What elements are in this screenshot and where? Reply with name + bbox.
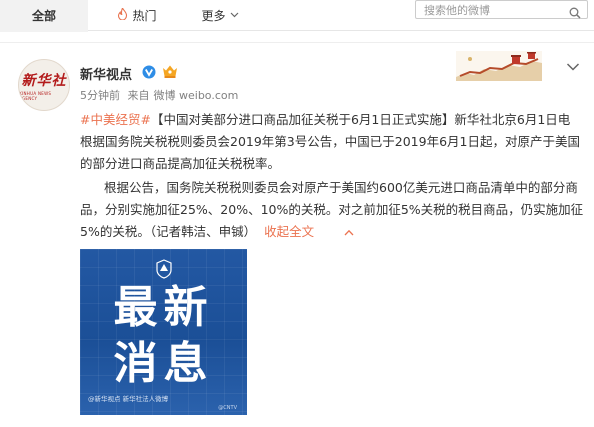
great-wall-banner-image <box>456 51 542 81</box>
post-source-prefix: 来自 <box>127 89 150 102</box>
image-watermark: @CNTV <box>218 405 237 411</box>
post-paragraph-1: #中美经贸#【中国对美部分进口商品加征关税于6月1日正式实施】新华社北京6月1日… <box>80 109 585 175</box>
avatar-subtitle: XINHUA NEWS AGENCY <box>19 90 52 101</box>
avatar[interactable]: 新华社 XINHUA NEWS AGENCY <box>18 59 70 111</box>
tab-more-label: 更多 <box>201 9 226 23</box>
flame-icon <box>117 6 128 23</box>
tab-hot[interactable]: 热门 <box>100 0 174 31</box>
avatar-logo: 新华社 <box>21 72 67 89</box>
search-box <box>415 0 588 19</box>
collapse-text-button[interactable]: 收起全文 <box>264 224 354 239</box>
post-time[interactable]: 5分钟前 <box>80 89 120 102</box>
author-name[interactable]: 新华视点 <box>80 64 132 83</box>
post-paragraph-2: 根据公告，国务院关税税则委员会对原产于美国约600亿美元进口商品清单中的部分商品… <box>80 177 585 245</box>
post-meta: 5分钟前 来自 微博 weibo.com <box>80 87 242 103</box>
post-menu-chevron-down-icon[interactable] <box>566 57 580 71</box>
post-image[interactable]: 最新 消息 @新华视点 新华社法人微博 @CNTV <box>80 249 247 415</box>
weibo-post-card: 新华社 XINHUA NEWS AGENCY 新华视点 5分钟前 来自 微博 w… <box>0 42 594 427</box>
image-headline-line-1: 最新 <box>113 282 214 333</box>
tab-more[interactable]: 更多 <box>190 0 250 31</box>
chevron-down-icon <box>230 11 239 21</box>
post-paragraph-1-text: 【中国对美部分进口商品加征关税于6月1日正式实施】新华社北京6月1日电 根据国务… <box>80 112 580 171</box>
tab-hot-label: 热门 <box>132 9 157 23</box>
weibo-profile-feed: 全部 热门 更多 新华社 XINHUA NEWS AGENCY <box>0 0 594 427</box>
tab-all-label: 全部 <box>31 9 56 23</box>
image-footer: @新华视点 新华社法人微博 <box>88 395 169 403</box>
collapse-label: 收起全文 <box>264 224 315 239</box>
image-headline-line-2: 消息 <box>113 338 214 389</box>
search-input[interactable] <box>424 2 564 18</box>
hashtag-link[interactable]: #中美经贸# <box>80 112 151 127</box>
feed-tabbar: 全部 热门 更多 <box>0 0 594 32</box>
post-source[interactable]: 微博 weibo.com <box>154 89 239 102</box>
verified-v-icon[interactable] <box>142 64 156 79</box>
search-icon[interactable] <box>569 4 581 19</box>
xinhua-emblem-icon <box>155 259 173 279</box>
tab-all[interactable]: 全部 <box>0 0 88 32</box>
member-badge-icon[interactable] <box>161 64 179 79</box>
chevron-up-icon <box>320 223 354 245</box>
